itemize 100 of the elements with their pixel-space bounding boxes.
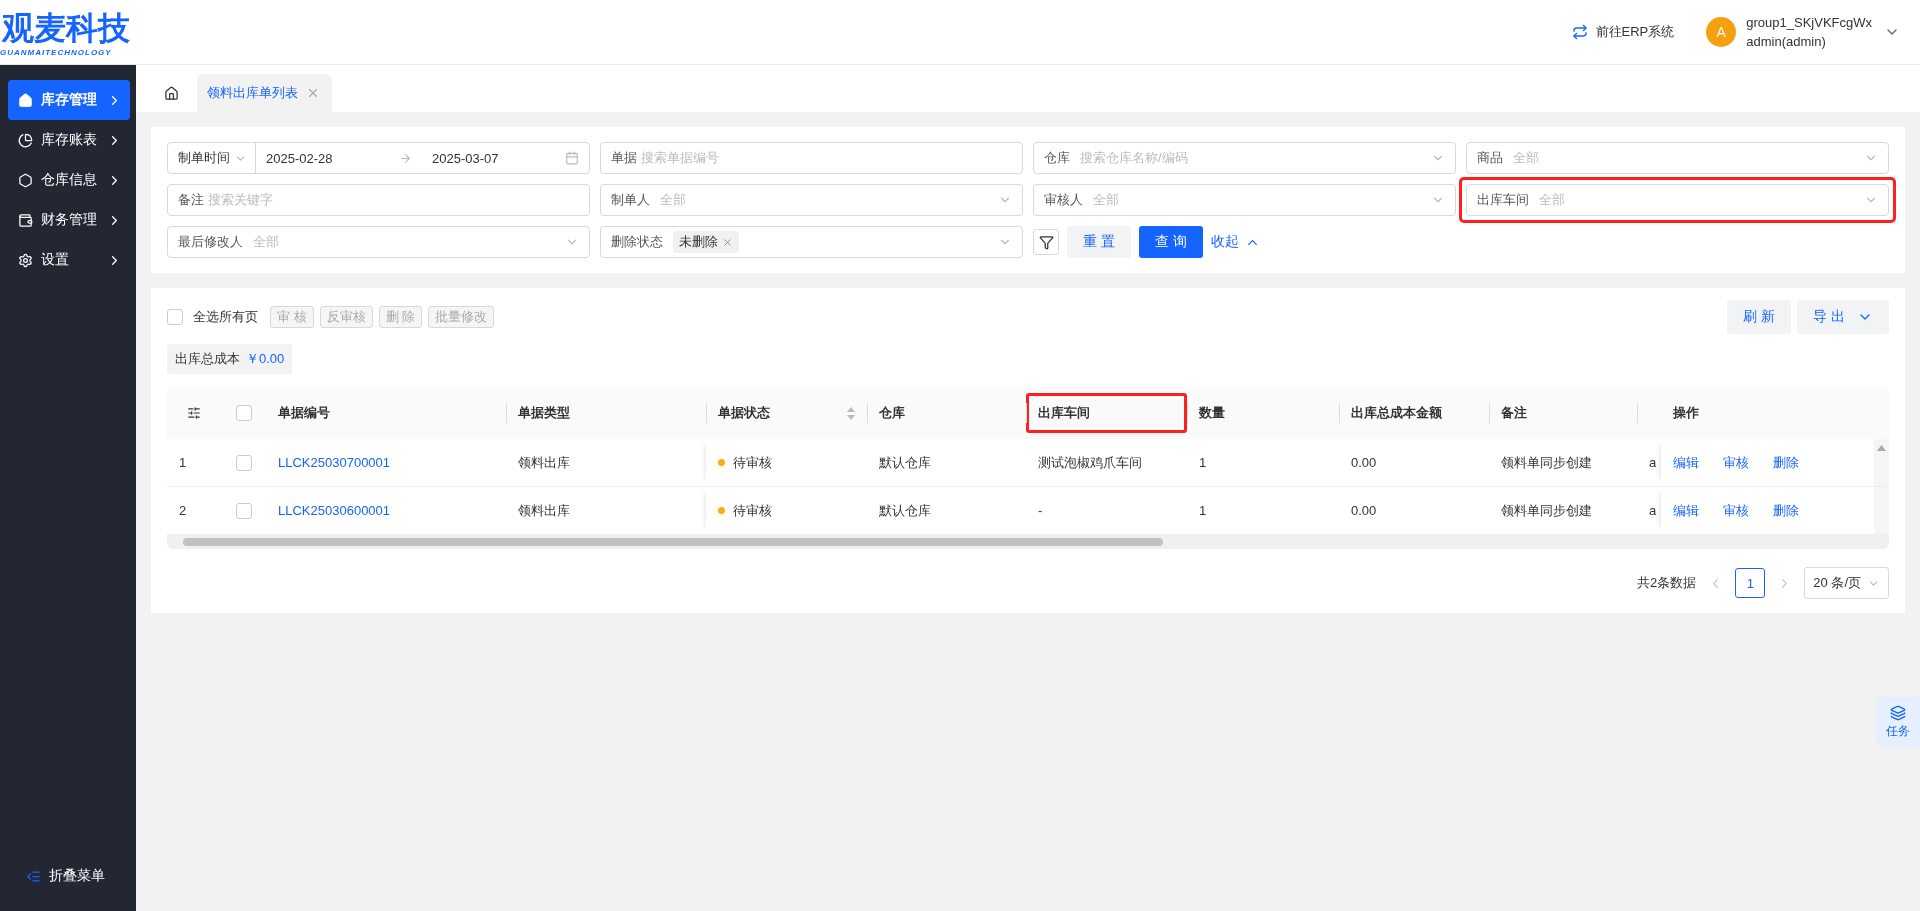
home-icon — [18, 92, 33, 108]
summary-value: ￥0.00 — [246, 350, 285, 368]
select-filter-field[interactable]: 制单人 全部 — [600, 184, 1023, 216]
select-all-label: 全选所有页 — [193, 308, 258, 326]
text-filter-field[interactable]: 备注 搜索关键字 — [167, 184, 590, 216]
placeholder: 搜索单据编号 — [641, 149, 720, 167]
user-name: admin(admin) — [1746, 34, 1827, 49]
header-checkbox[interactable] — [235, 405, 252, 421]
column-header: 单据类型 — [518, 404, 570, 422]
table-cell: a — [1649, 503, 1657, 518]
select-filter-field[interactable]: 出库车间 全部 — [1466, 184, 1889, 216]
filter-button[interactable] — [1033, 229, 1059, 255]
status-text: 待审核 — [733, 501, 772, 520]
page-number[interactable]: 1 — [1735, 568, 1766, 598]
placeholder: 全部 — [1513, 149, 1540, 167]
placeholder: 搜索仓库名称/编码 — [1080, 149, 1189, 167]
text-filter-field[interactable]: 单据 搜索单据编号 — [600, 142, 1023, 174]
page-size-select[interactable]: 20 条/页 — [1804, 567, 1889, 599]
column-header: 出库车间 — [1038, 404, 1090, 422]
table-cell: - — [1038, 503, 1043, 518]
select-all-checkbox[interactable] — [167, 309, 183, 325]
placeholder: 全部 — [253, 233, 280, 251]
sidebar-item[interactable]: 设置 — [8, 240, 130, 280]
row-action-link[interactable]: 编辑 — [1673, 501, 1699, 520]
select-filter-field[interactable]: 最后修改人 全部 — [167, 226, 590, 258]
scrollbar-thumb[interactable] — [183, 538, 1163, 546]
row-action-link[interactable]: 删除 — [1773, 501, 1799, 520]
sync-arrows-icon — [1571, 24, 1588, 40]
refresh-button[interactable]: 刷 新 — [1727, 300, 1792, 334]
wallet-icon — [18, 212, 33, 228]
row-action-link[interactable]: 审核 — [1723, 453, 1749, 472]
vertical-scrollbar[interactable] — [1874, 439, 1889, 486]
placeholder: 全部 — [1539, 191, 1566, 209]
order-number-link[interactable]: LLCK25030600001 — [278, 503, 391, 518]
field-label: 仓库 — [1044, 149, 1070, 167]
field-label: 出库车间 — [1477, 191, 1529, 209]
row-action-link[interactable]: 删除 — [1773, 453, 1799, 472]
select-filter-field[interactable]: 仓库 搜索仓库名称/编码 — [1033, 142, 1456, 174]
column-header: 操作 — [1673, 404, 1699, 422]
row-checkbox[interactable] — [235, 454, 252, 471]
table-cell: 默认仓库 — [879, 453, 931, 472]
column-header: 单据编号 — [278, 404, 330, 422]
collapse-menu-button[interactable]: 折叠菜单 — [8, 867, 136, 885]
sort-icon[interactable] — [847, 406, 855, 420]
reset-button[interactable]: 重 置 — [1067, 226, 1131, 258]
erp-link[interactable]: 前往ERP系统 — [1571, 23, 1675, 41]
placeholder: 全部 — [660, 191, 687, 209]
field-label: 单据 — [611, 149, 637, 167]
sidebar-item[interactable]: 仓库信息 — [8, 160, 130, 200]
tasks-button[interactable]: 任务 — [1876, 697, 1920, 747]
table-cell: 领料单同步创建 — [1501, 501, 1592, 520]
page-tab[interactable]: 领料出库单列表 — [197, 74, 332, 112]
table-cell: 测试泡椒鸡爪车间 — [1038, 453, 1142, 472]
select-filter-field[interactable]: 审核人 全部 — [1033, 184, 1456, 216]
column-header: 单据状态 — [718, 404, 770, 422]
table-cell: 1 — [1199, 503, 1207, 518]
scroll-up-icon[interactable] — [1877, 445, 1886, 451]
layers-icon — [1890, 704, 1906, 721]
date-type-select[interactable]: 制单时间 — [168, 143, 256, 173]
selected-tag[interactable]: 未删除 — [673, 231, 739, 253]
table-cell: 0.00 — [1351, 503, 1377, 518]
column-header: 出库总成本金额 — [1351, 404, 1442, 422]
table-cell: 领料出库 — [518, 453, 570, 472]
date-range-field[interactable]: 制单时间 2025-02-28 2025-03-07 — [167, 142, 590, 174]
field-label: 删除状态 — [611, 233, 663, 251]
column-header: 仓库 — [879, 404, 905, 422]
close-icon[interactable] — [722, 236, 733, 248]
horizontal-scrollbar[interactable] — [167, 535, 1889, 549]
table-cell: 领料单同步创建 — [1501, 453, 1592, 472]
collapse-menu-icon — [26, 868, 41, 884]
sidebar-item[interactable]: 库存账表 — [8, 120, 130, 160]
settings-icon — [18, 252, 33, 268]
placeholder: 全部 — [1093, 191, 1120, 209]
row-index: 2 — [179, 503, 187, 518]
field-label: 最后修改人 — [178, 233, 243, 251]
end-date: 2025-03-07 — [432, 150, 500, 166]
total-count: 共2条数据 — [1637, 574, 1697, 592]
order-number-link[interactable]: LLCK25030700001 — [278, 455, 391, 470]
select-filter-field[interactable]: 商品 全部 — [1466, 142, 1889, 174]
query-button[interactable]: 查 询 — [1138, 226, 1203, 258]
export-button[interactable]: 导 出 — [1797, 300, 1889, 334]
tag-select-field[interactable]: 删除状态 未删除 — [600, 226, 1023, 258]
field-label: 商品 — [1477, 149, 1503, 167]
field-label: 审核人 — [1044, 191, 1083, 209]
logo-title: 观麦科技 — [0, 8, 131, 48]
row-action-link[interactable]: 审核 — [1723, 501, 1749, 520]
filter-icon — [1038, 234, 1054, 250]
sidebar-item[interactable]: 财务管理 — [8, 200, 130, 240]
row-checkbox[interactable] — [235, 502, 252, 519]
field-label: 备注 — [178, 191, 204, 209]
column-header: 备注 — [1501, 404, 1527, 422]
close-icon[interactable] — [306, 86, 320, 100]
row-action-link[interactable]: 编辑 — [1673, 453, 1699, 472]
field-label: 制单人 — [611, 191, 650, 209]
placeholder: 搜索关键字 — [208, 191, 274, 209]
sidebar-item[interactable]: 库存管理 — [8, 80, 130, 120]
group-name: group1_SKjVKFcgWx — [1746, 15, 1872, 30]
collapse-link[interactable]: 收起 — [1210, 233, 1260, 251]
column-settings-icon[interactable] — [187, 406, 201, 420]
home-icon — [163, 86, 179, 101]
